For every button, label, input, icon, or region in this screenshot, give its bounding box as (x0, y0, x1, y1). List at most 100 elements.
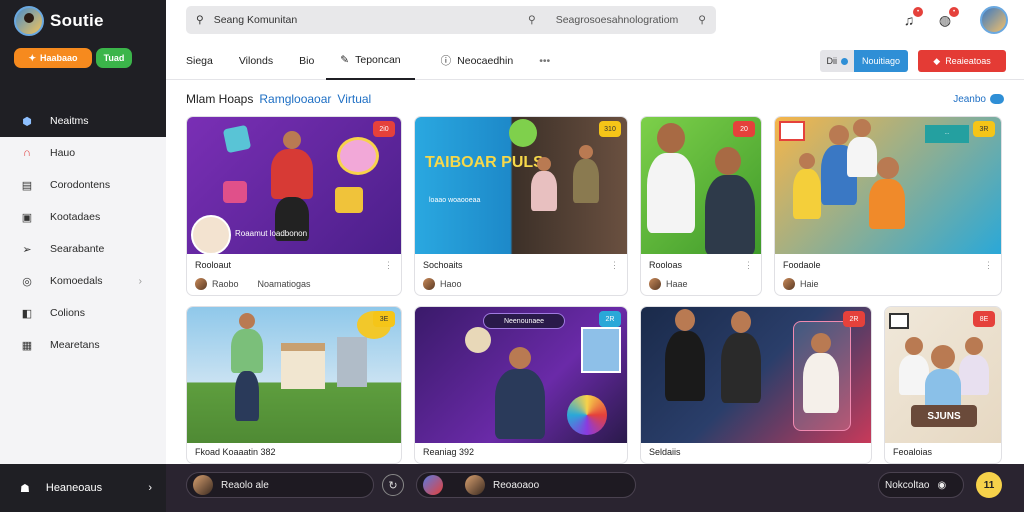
sidebar: Soutie ✦ Haabaao Tuad ⬢ Neaitms ∩ Hauo ▤ Co… (0, 0, 166, 512)
shield-icon: ⬢ (22, 115, 32, 128)
card-overlay-text: SJUNS (911, 405, 977, 427)
location-icon: ◉ (937, 479, 947, 491)
more-icon[interactable]: ⋮ (984, 260, 993, 271)
bottom-pill-right[interactable]: Nokcoltao ◉ (878, 472, 964, 498)
tab-2[interactable]: Vilonds (239, 42, 273, 80)
message-icon[interactable]: ◍ • (934, 7, 959, 31)
card-thumbnail: TAIBOAR PULS loaao woaooeaa 310 (415, 117, 627, 254)
refresh-icon[interactable]: ↻ (382, 474, 404, 496)
avatar (193, 475, 213, 495)
bottom-pill-left[interactable]: Reaolo ale (186, 472, 374, 498)
tag-badge: 310 (599, 121, 621, 137)
info-icon: ⓘ (440, 55, 452, 67)
toggle-icon (990, 94, 1004, 104)
content-card[interactable]: Neenounaee 2R Reaniag 392 (414, 306, 628, 464)
sidebar-item-3[interactable]: ▤ Corodontens (0, 169, 166, 201)
bookmark-icon: ◧ (21, 307, 33, 320)
folder-icon: ▣ (21, 211, 33, 224)
dot-icon (840, 57, 848, 65)
card-title: Foodaole (783, 260, 821, 270)
card-author-secondary: Noamatiogas (257, 279, 311, 289)
section-subtitle[interactable]: Ramglooaoar (259, 92, 331, 106)
content-card[interactable]: SJUNS 8E Feoaloias (884, 306, 1002, 464)
bell-icon[interactable]: ♫ • (898, 7, 923, 31)
content-card[interactable]: 20 Rooloas ⋮ Haae (640, 116, 762, 296)
top-icons: ♫ • ◍ • (898, 6, 1008, 34)
tab-4[interactable]: ✎ Teponcan (326, 42, 415, 80)
card-author: Haie (800, 279, 819, 289)
home-icon: ∩ (23, 147, 31, 159)
avatar[interactable] (980, 6, 1008, 34)
content-card[interactable]: 2R Seldaiis (640, 306, 872, 464)
more-icon[interactable]: ⋮ (384, 260, 393, 271)
card-title: Rooloas (649, 260, 683, 270)
card-author: Raobo (212, 279, 239, 289)
app-name: Soutie (50, 11, 104, 30)
tab-bar: Siega Vilonds Bio ✎ Teponcan ⓘ Neocaedhin … (166, 42, 1024, 80)
avatar (783, 278, 795, 290)
section-link[interactable]: Jeanbo (953, 94, 1004, 105)
content-card[interactable]: ∙∙∙ 3R Foodaole ⋮ Haie (774, 116, 1002, 296)
card-banner-sub: loaao woaooeaa (429, 197, 481, 204)
calendar-icon: ▤ (21, 179, 33, 192)
user-icon: ☗ (20, 482, 30, 495)
sidebar-item-2[interactable]: ∩ Hauo (0, 137, 166, 169)
more-tabs-button[interactable]: ••• (539, 42, 550, 80)
card-author: Haae (666, 279, 688, 289)
avatar (649, 278, 661, 290)
tab-5[interactable]: ⓘ Neocaedhin (441, 42, 514, 80)
sidebar-item-1[interactable]: ⬢ Neaitms (0, 105, 166, 137)
notification-badge: • (913, 7, 923, 17)
section-subtitle-2[interactable]: Virtual (337, 92, 371, 106)
search-icon[interactable]: ⚲ (528, 14, 536, 26)
section-header: Mlam Hoaps Ramglooaoar Virtual Jeanbo (186, 90, 1004, 108)
primary-action-button[interactable]: ✦ Haabaao (14, 48, 92, 68)
spark-icon: ✦ (28, 52, 36, 63)
content-card[interactable]: 3E Fkoad Koaaatin 382 (186, 306, 402, 464)
sidebar-account[interactable]: ☗ Heaneoaus › (0, 464, 166, 512)
tab-3[interactable]: Bio (299, 42, 314, 80)
pencil-icon: ✎ (340, 53, 350, 66)
search-icon[interactable]: ⚲ (698, 14, 706, 26)
sidebar-item-6[interactable]: ◎ Komoedals › (0, 265, 166, 297)
card-overlay-text: Roaamut loadbonon (235, 229, 308, 238)
more-icon[interactable]: ⋮ (744, 260, 753, 271)
chevron-right-icon: › (138, 275, 143, 287)
sidebar-item-7[interactable]: ◧ Colions (0, 297, 166, 329)
search-bar[interactable]: ⚲ Seang Komunitan ⚲ Seagrosoesahnolograt… (186, 6, 716, 34)
content-card[interactable]: Roaamut loadbonon 2i0 Rooloaut ⋮ Raobo Noa… (186, 116, 402, 296)
card-thumbnail: Roaamut loadbonon 2i0 (187, 117, 401, 254)
record-icon: ◆ (933, 55, 941, 66)
brand[interactable]: Soutie (14, 6, 152, 36)
card-thumbnail: 20 (641, 117, 761, 254)
card-thumbnail: Neenounaee 2R (415, 307, 627, 443)
search-icon: ⚲ (196, 14, 204, 26)
list-icon: ▦ (21, 339, 33, 352)
segment-b-button[interactable]: Nouitiago (853, 50, 908, 72)
sidebar-item-5[interactable]: ➢ Searabante (0, 233, 166, 265)
tag-badge: 2R (599, 311, 621, 327)
sidebar-item-4[interactable]: ▣ Kootadaes (0, 201, 166, 233)
top-bar: ⚲ Seang Komunitan ⚲ Seagrosoesahnolograt… (166, 0, 1024, 42)
tag-badge: 2R (843, 311, 865, 327)
secondary-search-input[interactable]: Seagrosoesahnologratiom (556, 14, 679, 26)
segment-a-button[interactable]: Dii (820, 50, 854, 72)
share-icon: ➢ (22, 243, 32, 256)
more-icon[interactable]: ⋮ (610, 260, 619, 271)
bottom-pill-mid[interactable]: Reoaoaoo (416, 472, 636, 498)
tab-1[interactable]: Siega (186, 42, 213, 80)
card-title: Sochoaits (423, 260, 463, 270)
compass-icon: ◎ (22, 275, 32, 288)
brand-avatar (14, 6, 44, 36)
sidebar-item-8[interactable]: ▦ Mearetans (0, 329, 166, 361)
card-author: Haoo (440, 279, 462, 289)
tag-badge: 3R (973, 121, 995, 137)
count-badge[interactable]: 11 (976, 472, 1002, 498)
segmented-toggle: Dii Nouitiago (820, 50, 908, 72)
avatar (465, 475, 485, 495)
primary-red-button[interactable]: ◆ Reaieatoas (918, 50, 1006, 72)
secondary-action-button[interactable]: Tuad (96, 48, 132, 68)
search-input[interactable]: Seang Komunitan (214, 14, 297, 26)
content-card[interactable]: TAIBOAR PULS loaao woaooeaa 310 Sochoait… (414, 116, 628, 296)
tag-badge: 8E (973, 311, 995, 327)
